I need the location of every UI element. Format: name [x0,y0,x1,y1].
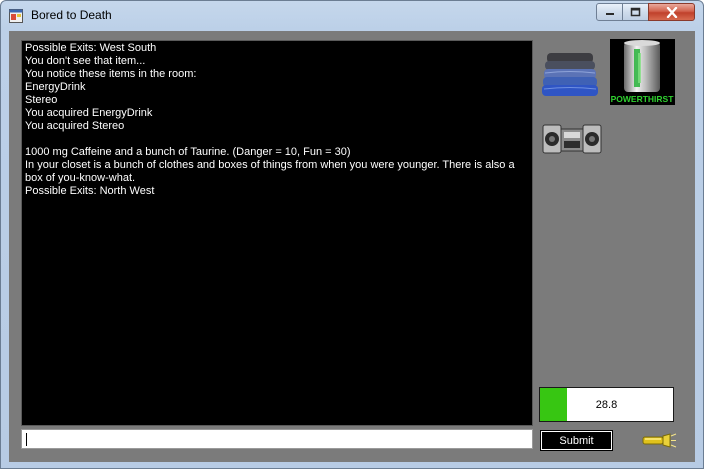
energy-drink-label: POWERTHIRST [611,94,675,104]
command-input[interactable] [21,429,533,449]
console-line: You acquired Stereo [25,120,125,132]
minimize-button[interactable] [596,3,623,21]
console-line: EnergyDrink [25,81,86,93]
flashlight-icon[interactable] [642,432,677,448]
console-line: 1000 mg Caffeine and a bunch of Taurine.… [25,146,351,158]
console-line: Stereo [25,94,58,106]
console-line: Possible Exits: West South [25,42,157,54]
maximize-icon [630,7,641,17]
close-icon [666,6,677,18]
submit-button[interactable]: Submit [540,430,613,451]
console-line: Possible Exits: North West [25,185,155,197]
output-console[interactable]: Possible Exits: West South You don't see … [21,40,533,426]
title-bar[interactable]: Bored to Death [1,1,703,31]
energy-drink-icon[interactable]: POWERTHIRST [610,39,675,105]
stat-meter-value: 28.8 [595,398,618,411]
stereo-icon[interactable] [542,123,602,155]
close-button[interactable] [648,3,695,21]
console-line: In your closet is a bunch of clothes and… [25,159,518,184]
stat-meter: 28.8 [539,387,674,422]
app-window: Bored to Death Possible Exits: West Sout… [0,0,704,469]
console-line: You acquired EnergyDrink [25,107,153,119]
app-window-icon [9,9,23,23]
window-title: Bored to Death [31,8,112,22]
minimize-icon [605,13,614,15]
game-panel: Possible Exits: West South You don't see … [9,31,695,462]
clothes-icon[interactable] [539,43,601,105]
maximize-button[interactable] [622,3,649,21]
console-line: You don't see that item... [25,55,146,67]
console-line: You notice these items in the room: [25,68,197,80]
text-caret [26,433,27,446]
